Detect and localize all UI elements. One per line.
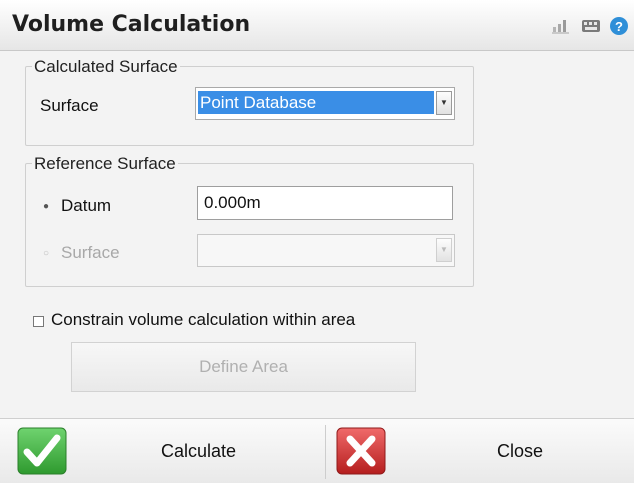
surface-dropdown-value: Point Database [198, 91, 434, 114]
bar-chart-icon[interactable] [552, 18, 570, 34]
reference-chevron-down-icon[interactable]: ▼ [436, 238, 452, 262]
reference-surface-radio[interactable]: ○ [43, 248, 49, 259]
help-icon[interactable]: ? [609, 16, 629, 36]
keyboard-icon[interactable] [582, 18, 600, 34]
define-area-button[interactable]: Define Area [71, 342, 416, 392]
reference-surface-label: Surface [61, 243, 120, 262]
close-label: Close [497, 441, 544, 461]
datum-label: Datum [61, 196, 112, 215]
close-icon [336, 427, 386, 475]
constrain-checkbox[interactable] [33, 316, 44, 327]
constrain-label: Constrain volume calculation within area [51, 310, 356, 329]
reference-surface-legend: Reference Surface [32, 154, 178, 174]
surface-label: Surface [40, 96, 99, 115]
calculated-surface-legend: Calculated Surface [32, 57, 180, 77]
footer-bar: Calculate Close [0, 418, 634, 483]
window-title: Volume Calculation [12, 12, 251, 37]
surface-dropdown[interactable]: Point Database ▼ [195, 87, 455, 120]
datum-radio[interactable]: ● [43, 201, 49, 212]
title-bar: Volume Calculation ? [0, 0, 634, 51]
checkmark-icon [17, 427, 67, 475]
calculate-label: Calculate [161, 441, 237, 461]
reference-surface-group [25, 163, 474, 287]
calculate-button[interactable]: Calculate [0, 419, 325, 483]
reference-surface-dropdown[interactable]: ▼ [197, 234, 455, 267]
chevron-down-icon[interactable]: ▼ [436, 91, 452, 115]
svg-text:?: ? [615, 19, 623, 34]
datum-input[interactable]: 0.000m [197, 186, 453, 220]
close-button[interactable]: Close [326, 419, 634, 483]
